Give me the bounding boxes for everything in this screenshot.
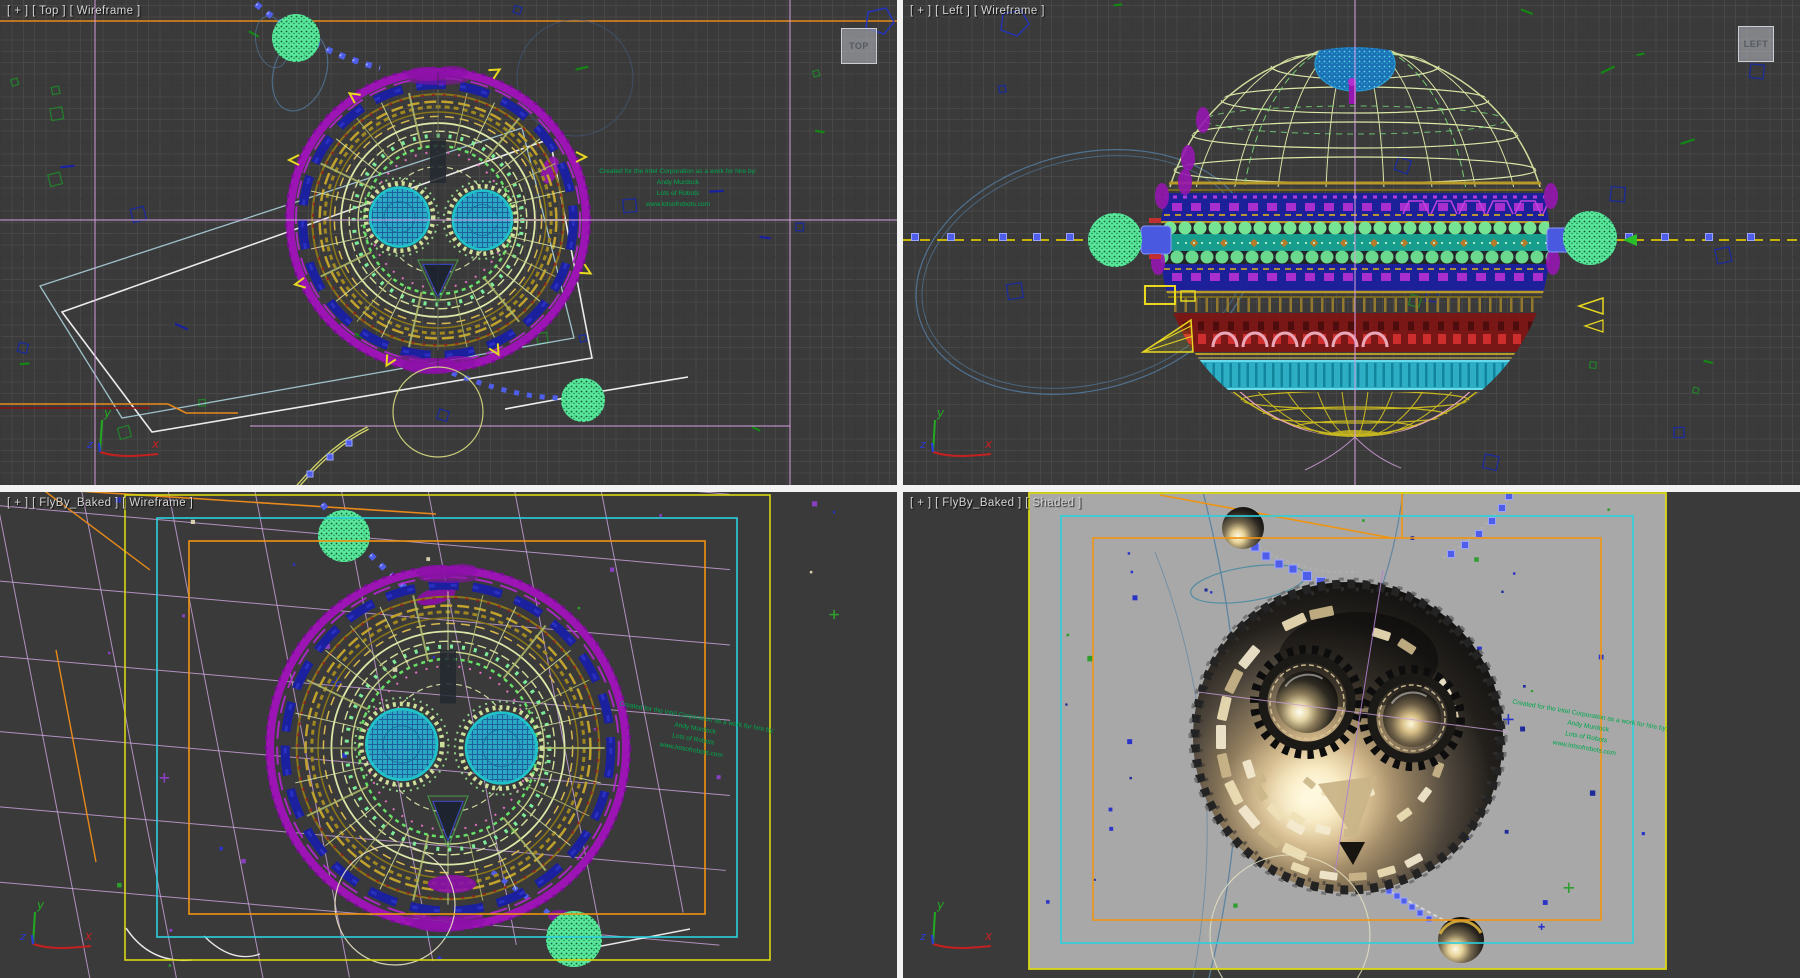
viewport-label-flyby-wireframe[interactable]: [ + ] [ FlyBy_Baked ] [ Wireframe ] <box>7 497 193 509</box>
left-view-scene: y z x <box>903 0 1800 485</box>
viewcube-top[interactable]: TOP <box>841 28 877 64</box>
viewport-label-left[interactable]: [ + ] [ Left ] [ Wireframe ] <box>910 5 1045 17</box>
viewport-label-flyby-shaded[interactable]: [ + ] [ FlyBy_Baked ] [ Shaded ] <box>910 497 1082 509</box>
svg-text:y: y <box>936 406 945 420</box>
viewcube-left[interactable]: LEFT <box>1738 26 1774 62</box>
viewcube-face-label: LEFT <box>1744 39 1769 49</box>
viewport-grid: yzx [ + ] [ Top ] [ Wireframe ] TOP Crea… <box>0 0 1800 978</box>
viewport-top-view[interactable]: yzx [ + ] [ Top ] [ Wireframe ] TOP Crea… <box>0 0 897 485</box>
svg-text:z: z <box>86 438 93 451</box>
viewport-flyby-wireframe[interactable]: yzx [ + ] [ FlyBy_Baked ] [ Wireframe ] … <box>0 492 897 978</box>
svg-text:y: y <box>103 406 112 420</box>
svg-text:z: z <box>919 438 926 451</box>
top-view-scene: y z x <box>0 0 897 485</box>
svg-text:x: x <box>984 929 993 943</box>
svg-text:x: x <box>84 929 93 943</box>
svg-text:y: y <box>936 898 945 912</box>
viewport-left-view[interactable]: y z x [ + ] [ Left ] [ Wireframe ] LEFT <box>903 0 1800 485</box>
svg-text:z: z <box>19 930 26 943</box>
viewport-label-top[interactable]: [ + ] [ Top ] [ Wireframe ] <box>7 5 141 17</box>
flyby-shaded-scene: y z x <box>903 492 1800 978</box>
viewcube-face-label: TOP <box>849 41 869 51</box>
svg-text:x: x <box>151 437 160 451</box>
svg-text:z: z <box>919 930 926 943</box>
flyby-wireframe-scene: y z x <box>0 492 897 978</box>
svg-text:y: y <box>36 898 45 912</box>
svg-text:x: x <box>984 437 993 451</box>
viewport-flyby-shaded[interactable]: yzx [ + ] [ FlyBy_Baked ] [ Shaded ] Cre… <box>903 492 1800 978</box>
